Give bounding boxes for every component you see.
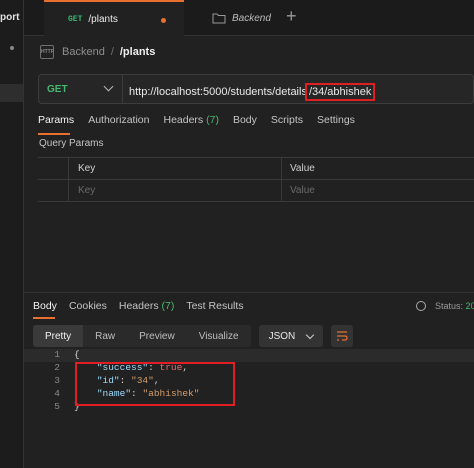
tab-bar: GET /plants Backend + [24,0,474,36]
code-line: 1{ [24,349,474,362]
tab-settings[interactable]: Settings [317,114,355,134]
breadcrumb: HTTP Backend / /plants [40,43,155,61]
breadcrumb-collection[interactable]: Backend [62,46,105,58]
active-tab-underline [38,133,70,135]
unsaved-dot-icon [161,18,166,23]
response-tab-cookies[interactable]: Cookies [69,300,107,318]
http-icon: HTTP [40,45,54,59]
status-indicator: Status: 20 [435,301,474,311]
wrap-lines-icon [337,331,348,341]
value-input[interactable]: Value [290,185,315,196]
response-tab-test-results[interactable]: Test Results [186,300,243,318]
url-highlighted-segment: /34/abhishek [304,83,376,101]
url-bar: GET http://localhost:5000/students/detai… [38,74,474,104]
sidebar: port [0,0,24,468]
response-tab-headers[interactable]: Headers (7) [119,300,174,318]
wrap-lines-button[interactable] [331,325,354,347]
response-tab-body[interactable]: Body [33,300,57,318]
sidebar-selected-item[interactable] [0,84,23,102]
line-number: 1 [54,349,60,360]
chevron-down-icon [305,330,315,339]
raw-button[interactable]: Raw [83,325,128,347]
response-tabs: Body Cookies Headers (7) Test Results [33,300,256,319]
active-response-tab-underline [33,317,55,319]
format-select[interactable]: JSON [258,325,324,347]
pretty-button[interactable]: Pretty [33,325,84,347]
line-number: 4 [54,388,60,399]
column-header-value: Value [290,163,315,174]
method-select[interactable]: GET [39,75,123,103]
sidebar-import-label[interactable]: port [0,12,19,23]
url-prefix: http://localhost:5000/students/details [129,86,307,98]
table-header-row: Key Value [38,158,474,180]
tab-body[interactable]: Body [233,114,257,134]
tab-params[interactable]: Params [38,114,74,134]
table-row: Key Value [38,180,474,202]
query-params-title: Query Params [39,138,104,149]
line-number: 2 [54,362,60,373]
method-label: GET [47,83,68,95]
request-tabs: Params Authorization Headers (7) Body Sc… [38,114,369,135]
response-divider[interactable] [24,292,474,293]
tab-method: GET [68,14,83,24]
globe-icon[interactable] [416,301,426,311]
breadcrumb-separator: / [110,46,114,58]
line-number: 5 [54,401,60,412]
tab-title: Backend [232,12,271,24]
tab-title: /plants [88,13,118,25]
tab-plants[interactable]: GET /plants [44,0,184,36]
annotation-highlight-box [75,362,235,406]
code-text: { [74,349,80,360]
tab-backend[interactable]: Backend [184,0,279,36]
folder-icon [212,13,226,24]
column-header-key: Key [78,163,96,174]
new-tab-plus-icon[interactable]: + [286,6,297,27]
params-table: Key Value Key Value [38,157,474,202]
tab-headers[interactable]: Headers (7) [163,114,218,134]
breadcrumb-request[interactable]: /plants [120,46,155,58]
row-checkbox[interactable] [38,180,69,201]
url-input[interactable]: http://localhost:5000/students/details/3… [129,83,376,101]
checkbox-column [38,158,69,179]
format-toggle-group: Pretty Raw Preview Visualize [33,325,251,347]
sidebar-dot-icon [10,46,14,50]
chevron-down-icon [103,81,114,92]
line-number: 3 [54,375,60,386]
key-input[interactable]: Key [78,185,95,196]
format-bar: Pretty Raw Preview Visualize JSON [33,325,354,347]
tab-authorization[interactable]: Authorization [88,114,149,134]
visualize-button[interactable]: Visualize [186,325,251,347]
preview-button[interactable]: Preview [127,325,187,347]
tab-scripts[interactable]: Scripts [271,114,303,134]
